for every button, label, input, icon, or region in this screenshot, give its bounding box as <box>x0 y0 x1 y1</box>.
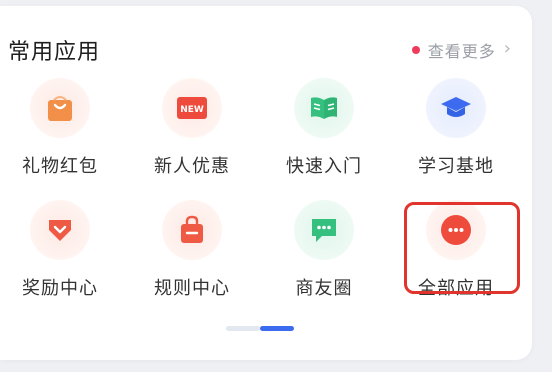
app-tile-quick-start[interactable]: 快速入门 <box>264 78 384 198</box>
view-more-label: 查看更多 <box>427 42 496 61</box>
view-more-link[interactable]: 查看更多 › <box>411 38 512 62</box>
app-tile-rules-center[interactable]: 规则中心 <box>132 200 252 320</box>
highlight-outline <box>404 202 520 294</box>
app-icon-halo <box>294 200 354 260</box>
section-title: 常用应用 <box>8 40 101 65</box>
app-tile-business-circle[interactable]: 商友圈 <box>264 200 384 320</box>
app-label: 商友圈 <box>295 278 353 299</box>
new-badge-text: NEW <box>180 105 204 115</box>
app-icon-halo: NEW <box>162 78 222 138</box>
app-icon-halo <box>30 78 90 138</box>
app-tile-reward-center[interactable]: 奖励中心 <box>0 200 120 320</box>
app-icon-halo <box>30 200 90 260</box>
rules-bag-icon <box>181 215 203 243</box>
reward-heart-icon <box>49 220 71 241</box>
app-label: 规则中心 <box>154 278 230 299</box>
page-indicator-dot[interactable] <box>226 326 260 331</box>
graduation-cap-icon <box>441 97 471 117</box>
app-label: 新人优惠 <box>154 156 230 177</box>
chevron-right-icon: › <box>503 38 512 59</box>
new-badge-icon: NEW <box>177 97 207 119</box>
app-tile-gift-packet[interactable]: 礼物红包 <box>0 78 120 198</box>
app-icon-halo <box>294 78 354 138</box>
app-icon-halo <box>426 78 486 138</box>
open-book-icon <box>311 97 337 119</box>
app-label: 奖励中心 <box>22 278 98 299</box>
gift-bag-icon <box>48 96 72 121</box>
app-icon-halo <box>162 200 222 260</box>
chat-bubble-icon <box>312 219 336 242</box>
app-label: 快速入门 <box>286 156 362 177</box>
page-indicator <box>226 326 294 331</box>
app-tile-learning-base[interactable]: 学习基地 <box>396 78 516 198</box>
app-tile-newcomer-offer[interactable]: NEW 新人优惠 <box>132 78 252 198</box>
notification-dot <box>411 46 420 54</box>
app-label: 学习基地 <box>418 156 494 177</box>
app-label: 礼物红包 <box>22 156 98 177</box>
page-indicator-dot-active[interactable] <box>260 326 294 331</box>
